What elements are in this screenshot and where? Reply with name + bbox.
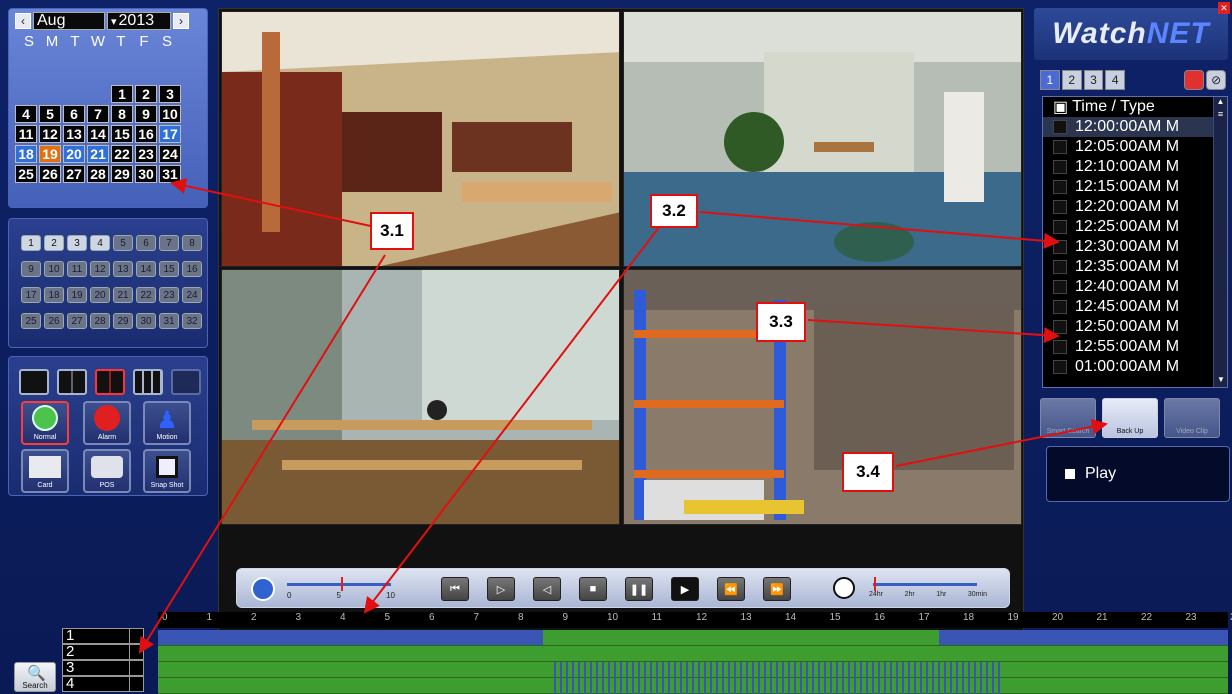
arrow-3-4: [895, 418, 1108, 467]
callout-3-3: 3.3: [756, 302, 806, 342]
arrow-3-1a: [170, 178, 381, 229]
arrow-3-2b: [363, 225, 661, 614]
annotation-arrows: [138, 178, 1108, 654]
dvr-player-window: ‹ Aug ▾ 2013 › SMTWTFS 1 2 3 4 5 6 7 8 9 10 11 12 13 1…: [0, 0, 1232, 694]
callout-3-1: 3.1: [370, 212, 414, 250]
arrow-3-1b: [138, 254, 386, 654]
arrow-3-3: [807, 319, 1060, 344]
callout-3-4: 3.4: [842, 452, 894, 492]
arrow-3-2a: [699, 211, 1060, 249]
callout-3-2: 3.2: [650, 194, 698, 228]
